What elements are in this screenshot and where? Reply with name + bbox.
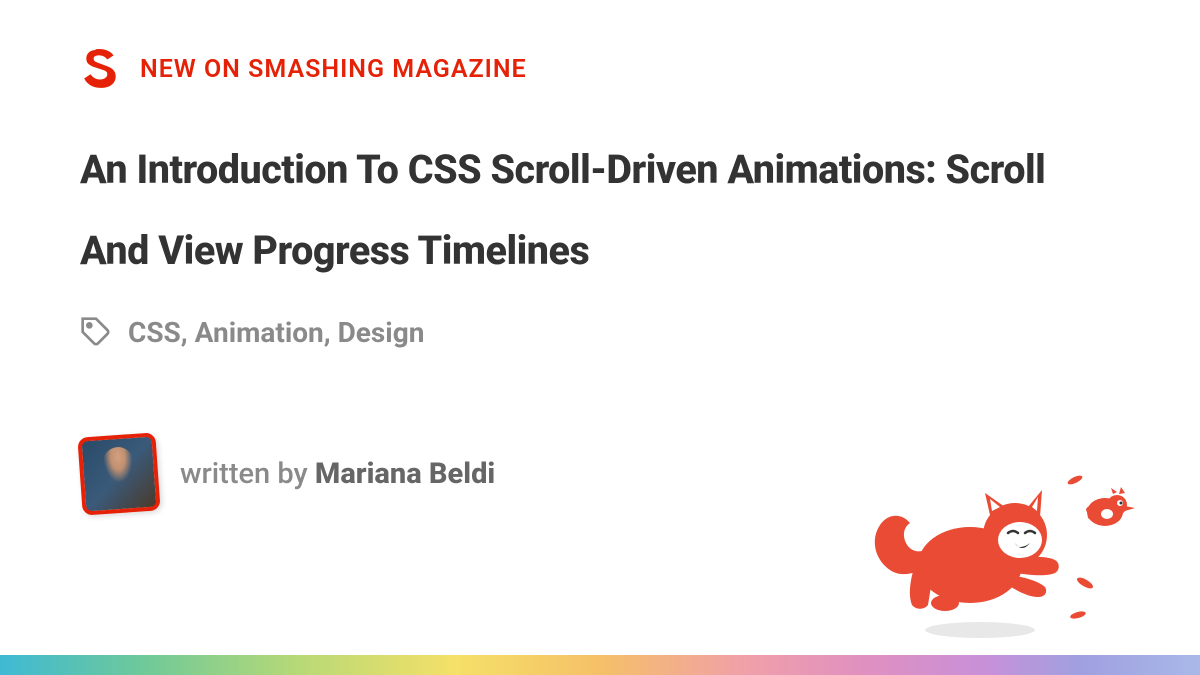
mascot-illustration: [860, 465, 1160, 645]
rainbow-footer: [0, 655, 1200, 675]
author-avatar: [77, 432, 160, 515]
article-header: NEW ON SMASHING MAGAZINE: [80, 48, 1120, 90]
author-name: Mariana Beldi: [315, 457, 495, 491]
tags-row: CSS, Animation, Design: [80, 316, 1120, 349]
tag-icon: [80, 316, 112, 348]
tags-list: CSS, Animation, Design: [128, 316, 424, 349]
byline-prefix: written by: [180, 457, 315, 491]
eyebrow-label: NEW ON SMASHING MAGAZINE: [140, 55, 527, 84]
article-title: An Introduction To CSS Scroll-Driven Ani…: [80, 130, 1120, 292]
byline: written by Mariana Beldi: [180, 457, 495, 491]
smashing-logo-icon: [80, 48, 122, 90]
